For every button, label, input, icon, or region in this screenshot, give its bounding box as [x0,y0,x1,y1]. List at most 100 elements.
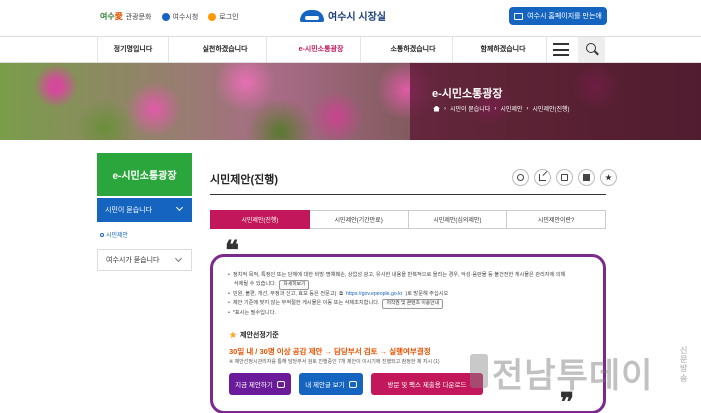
notice-line: • 제안 기준에 맞지 않는 부적절한 게시물은 이동 또는 삭제조치합니다. 저… [228,298,598,309]
top-links: 여수愛 관광문화 여수시청 로그인 [100,11,239,22]
tourism-link[interactable]: 여수愛 관광문화 [100,11,152,22]
bullet-icon [100,232,104,237]
share-icon [539,174,546,181]
monitor-icon [514,12,524,20]
my-proposals-label: 내 제안글 보기 [305,382,345,389]
tab-proposal-expired[interactable]: 시민제안(기간만료) [309,210,409,229]
details-button[interactable]: 자세히보기 [279,279,310,290]
thumbs-up-icon [276,380,285,388]
criteria-title: 제안선정기준 [229,330,279,340]
chevron-right-icon: › [444,105,446,112]
page-tools [512,169,617,186]
chevron-down-icon [175,203,184,212]
hero-banner: e-시민소통광장 › 시민이 묻습니다 › 시민제안 › 시민제안(진행) [0,63,701,140]
document-icon [583,174,590,181]
nav-divider [266,37,267,62]
page: 여수愛 관광문화 여수시청 로그인 여수시 시장실 여수시 홈페이지를 만는애 정… [0,0,701,413]
open-quote-icon: ❝ [225,236,239,266]
tourism-logo-icon: 여수愛 [100,12,123,21]
criteria-note: ※ 제안선정시관리자를 통해 담당부서 검토 진행중인 7개 제안이 이시기에 … [229,359,440,365]
tab-proposal-progress[interactable]: 시민제안(진행) [210,210,310,229]
sidebar-title: e-시민소통광장 [97,153,192,196]
nav-item-communicate[interactable]: 소통하겠습니다 [378,37,448,62]
chevron-right-icon: › [494,105,497,112]
home-icon[interactable] [433,105,440,112]
propose-now-label: 지금 제안하기 [235,382,273,389]
my-proposals-button[interactable]: 내 제안글 보기 [299,373,363,395]
banner-title: e-시민소통광장 [432,88,503,100]
yeosu-logo-icon [300,9,324,22]
cityhall-icon [161,12,170,21]
nav-divider [452,37,453,62]
chevron-right-icon: › [526,105,529,112]
sidebar-item-label: 시민이 묻습니다 [105,207,153,214]
cityhall-link[interactable]: 여수시청 [161,12,199,22]
star-icon [229,331,237,339]
tab-proposal-review[interactable]: 시민제안(심의제안) [408,210,508,229]
nav-item-together[interactable]: 함께하겠습니다 [468,37,538,62]
print-button[interactable] [556,169,573,186]
sidebar-subitem-proposal[interactable]: 시민제안 [100,230,128,239]
notice-line: • 정치적 목적, 특정인 또는 단체에 대한 비방·명예훼손, 상업성 광고,… [228,272,566,278]
notice-line-text: 민원, 불편, 개선, 부정과 신고, 효보 등은 전문고( [232,290,337,297]
sidebar-subitem-label: 시민제안 [106,233,129,239]
circle-icon [517,174,524,181]
cityhall-link-label: 여수시청 [172,13,199,21]
tourism-link-label: 관광문화 [125,13,152,21]
breadcrumb-item[interactable]: 시민제안 [500,104,522,113]
sidebar-item-citizen-asks[interactable]: 시민이 묻습니다 [97,198,192,222]
share-button[interactable] [534,169,551,186]
sidebar-item-city-asks[interactable]: 여수시가 묻습니다 [97,249,192,271]
title-divider [210,194,606,195]
top-bar: 여수愛 관광문화 여수시청 로그인 여수시 시장실 여수시 홈페이지를 만는애 [0,0,701,36]
login-link[interactable]: 로그인 [208,12,239,22]
tab-bar: 시민제안(진행) 시민제안(기간만료) 시민제안(심의제안) 시민제안이란? [210,210,606,229]
login-icon [208,12,217,21]
main-logo[interactable]: 여수시 시장실 [300,8,386,23]
notice-line-text: *표시는 필수입니다. [232,309,276,316]
nav-item-practice[interactable]: 실천하겠습니다 [190,37,260,62]
breadcrumb: › 시민이 묻습니다 › 시민제안 › 시민제안(진행) [433,104,570,113]
main-logo-text: 여수시 시장실 [328,12,386,23]
chevron-down-icon [174,254,183,263]
search-button[interactable] [578,37,605,62]
notice-text: • 정치적 목적, 특정인 또는 단체에 대한 비방·명예훼손, 상업성 광고,… [228,271,598,318]
notice-line: 삭제될 수 있습니다. 자세히보기 [228,279,598,290]
watermark-text: 전남투데이 [492,357,654,395]
document-button[interactable] [578,169,595,186]
nav-divider [168,37,169,62]
watermark: 전남투데이 신문방송 [470,340,700,402]
download-form-label: 방문 및 팩스 제출용 다운로드 [387,382,467,389]
favorite-button[interactable] [600,169,617,186]
propose-now-button[interactable]: 지금 제안하기 [229,373,291,395]
qr-button[interactable] [512,169,529,186]
sidebar-item-label: 여수시가 묻습니다 [106,257,160,264]
banner-overlay [410,63,701,140]
notice-line-text: )로 방문해 주십시오 [405,290,449,297]
watermark-logo-icon [470,354,488,388]
download-form-button[interactable]: 방문 및 팩스 제출용 다운로드 [371,373,483,395]
main-nav: 정기명입니다 실천하겠습니다 e-시민소통광장 소통하겠습니다 함께하겠습니다 [0,36,701,63]
chat-icon [348,380,357,388]
nav-divider [360,37,361,62]
notice-line-text: 제안 기준에 맞지 않는 부적절한 게시물은 이동 또는 삭제조치합니다. [232,300,380,307]
nav-item-mayor[interactable]: 정기명입니다 [98,37,168,62]
breadcrumb-item[interactable]: 시민이 묻습니다 [450,104,490,113]
login-link-label: 로그인 [219,13,239,21]
nav-item-e-citizen[interactable]: e-시민소통광장 [286,37,356,62]
notice-line-text: 정치적 목적, 특정인 또는 단체에 대한 비방·명예훼손, 상업성 광고, 유… [232,272,566,278]
tab-proposal-about[interactable]: 시민제안이란? [507,210,606,229]
nav-divider [546,37,547,62]
notice-line: • 민원, 불편, 개선, 부정과 신고, 효보 등은 전문고(⧉ https:/… [228,290,449,299]
homepage-button-label: 여수시 홈페이지를 만는애 [527,13,602,20]
notice-line: • *표시는 필수입니다. [228,309,276,316]
epeople-link[interactable]: https://gov.epeople.go.kr [346,290,402,299]
copyright-button[interactable]: 저작권 및 콘텐츠 이용안내 [382,298,443,309]
homepage-button[interactable]: 여수시 홈페이지를 만는애 [509,7,607,25]
breadcrumb-item[interactable]: 시민제안(진행) [532,104,569,113]
menu-icon[interactable] [553,43,569,56]
notice-line-text: 삭제될 수 있습니다. [233,281,277,288]
star-icon [605,174,612,181]
criteria-title-text: 제안선정기준 [240,332,279,339]
print-icon [561,174,568,181]
